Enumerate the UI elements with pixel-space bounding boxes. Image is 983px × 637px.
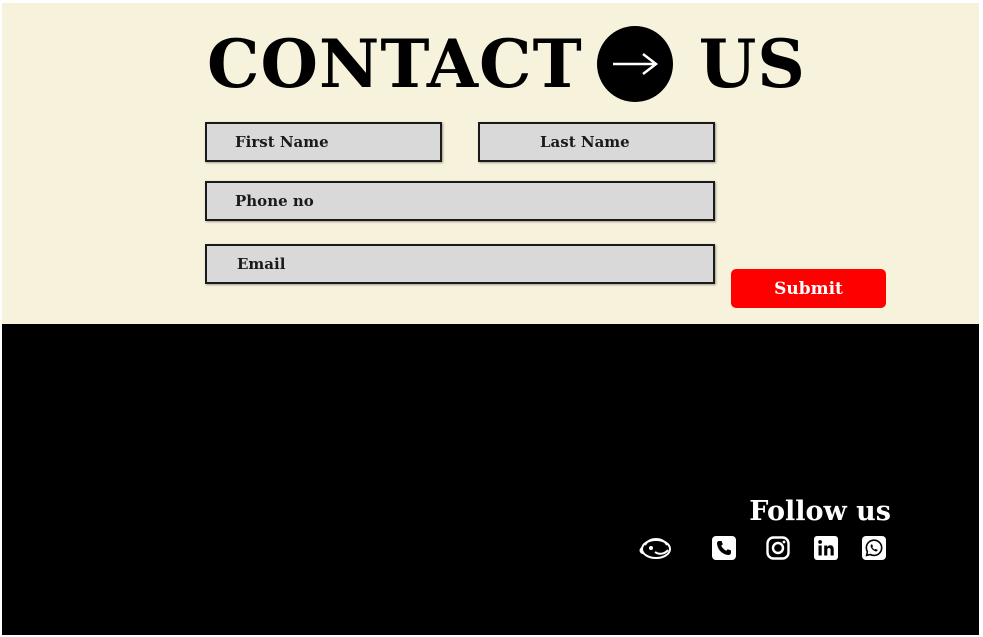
- first-name-field[interactable]: First Name: [205, 122, 442, 162]
- submit-button[interactable]: Submit: [731, 269, 886, 308]
- email-field[interactable]: Email: [205, 244, 715, 284]
- instagram-icon[interactable]: [765, 534, 791, 562]
- phone-icon[interactable]: [711, 534, 737, 562]
- linkedin-icon[interactable]: [813, 534, 839, 562]
- whatsapp-icon[interactable]: [861, 534, 887, 562]
- phone-field[interactable]: Phone no: [205, 181, 715, 221]
- heading-contact-word: CONTACT: [207, 25, 583, 103]
- arrow-right-icon: [596, 26, 673, 102]
- email-placeholder: Email: [237, 255, 286, 273]
- follow-us-heading: Follow us: [749, 496, 891, 527]
- heading-us-word: US: [698, 25, 806, 103]
- contact-heading: CONTACT US: [207, 24, 806, 104]
- last-name-field[interactable]: Last Name: [478, 122, 715, 162]
- mailchimp-icon[interactable]: [638, 534, 674, 562]
- phone-placeholder: Phone no: [235, 192, 314, 210]
- footer-section: [2, 324, 979, 635]
- first-name-placeholder: First Name: [235, 133, 329, 151]
- last-name-placeholder: Last Name: [540, 133, 630, 151]
